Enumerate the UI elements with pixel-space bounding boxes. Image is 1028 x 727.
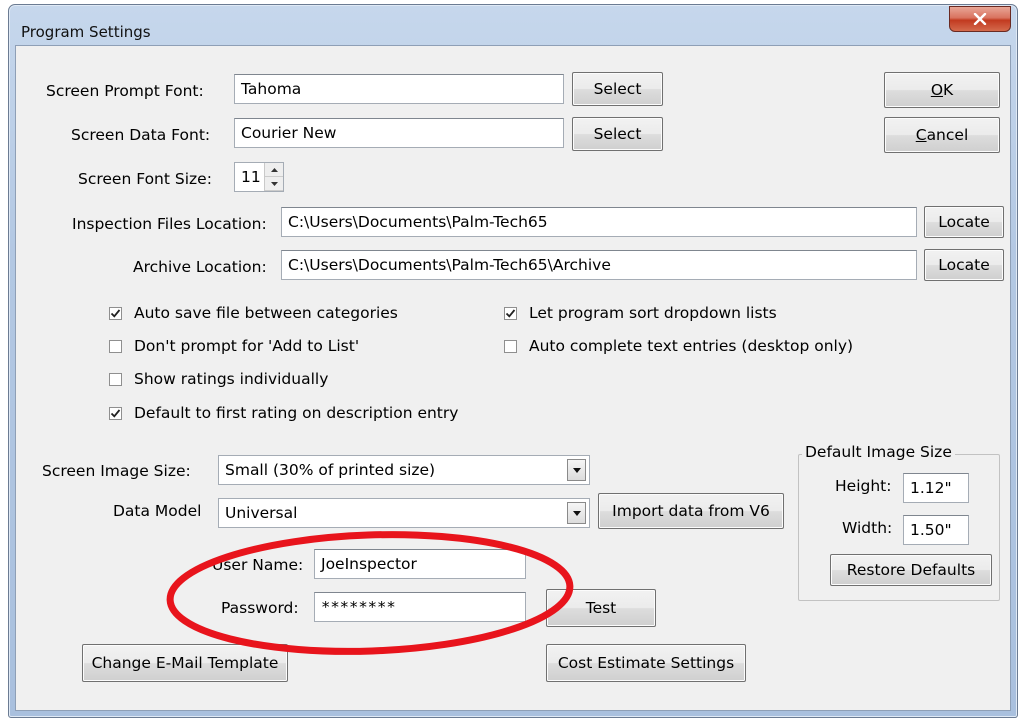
locate-archive-button[interactable]: Locate <box>924 249 1004 281</box>
screen-font-size-spinner[interactable]: 11 <box>234 162 284 192</box>
import-data-v6-button[interactable]: Import data from V6 <box>598 493 784 529</box>
spin-up-icon[interactable] <box>265 163 283 177</box>
checkbox-box[interactable] <box>504 339 517 353</box>
inspection-files-location-label: Inspection Files Location: <box>72 215 267 233</box>
test-button[interactable]: Test <box>546 589 656 627</box>
ok-label-rest: K <box>943 81 954 99</box>
screen-image-size-label: Screen Image Size: <box>42 462 191 480</box>
let-program-sort-checkbox[interactable]: Let program sort dropdown lists <box>504 304 777 322</box>
data-model-select[interactable]: Universal <box>218 498 590 528</box>
change-email-template-button[interactable]: Change E-Mail Template <box>82 644 288 682</box>
show-ratings-label: Show ratings individually <box>134 370 329 388</box>
data-model-label: Data Model <box>113 502 202 520</box>
ok-mnemonic: O <box>930 81 944 99</box>
locate-inspection-button[interactable]: Locate <box>924 206 1004 238</box>
cost-estimate-settings-button[interactable]: Cost Estimate Settings <box>546 644 746 682</box>
dont-prompt-label: Don't prompt for 'Add to List' <box>134 337 360 355</box>
dialog-body: Screen Prompt Font: Tahoma Select Screen… <box>15 45 1011 711</box>
auto-save-checkbox[interactable]: Auto save file between categories <box>109 304 398 322</box>
cancel-mnemonic: C <box>915 126 927 144</box>
default-first-rating-label: Default to first rating on description e… <box>134 404 459 422</box>
password-label: Password: <box>221 599 299 617</box>
select-prompt-font-button[interactable]: Select <box>572 72 663 106</box>
width-label: Width: <box>842 519 893 537</box>
inspection-files-location-field[interactable]: C:\Users\Documents\Palm-Tech65 <box>281 207 917 237</box>
default-image-size-title: Default Image Size <box>802 443 955 461</box>
screen-image-size-select[interactable]: Small (30% of printed size) <box>218 455 590 485</box>
close-icon <box>973 13 987 25</box>
chevron-down-icon[interactable] <box>567 502 586 524</box>
checkbox-box[interactable] <box>109 306 122 320</box>
archive-location-field[interactable]: C:\Users\Documents\Palm-Tech65\Archive <box>281 250 917 280</box>
window-title: Program Settings <box>21 23 151 41</box>
image-width-field[interactable]: 1.50" <box>903 515 969 545</box>
select-data-font-button[interactable]: Select <box>572 117 663 151</box>
checkbox-box[interactable] <box>109 339 122 353</box>
screen-data-font-label: Screen Data Font: <box>71 126 211 144</box>
image-height-field[interactable]: 1.12" <box>903 473 969 503</box>
data-model-value: Universal <box>225 504 298 522</box>
user-name-label: User Name: <box>212 556 304 574</box>
default-first-rating-checkbox[interactable]: Default to first rating on description e… <box>109 404 458 422</box>
dont-prompt-add-to-list-checkbox[interactable]: Don't prompt for 'Add to List' <box>109 337 359 355</box>
checkbox-box[interactable] <box>109 406 122 420</box>
let-program-sort-label: Let program sort dropdown lists <box>529 304 777 322</box>
chevron-down-icon[interactable] <box>567 459 586 481</box>
spin-down-icon[interactable] <box>265 177 283 191</box>
restore-defaults-button[interactable]: Restore Defaults <box>830 554 992 586</box>
screen-prompt-font-field[interactable]: Tahoma <box>234 74 564 104</box>
cancel-label-rest: ancel <box>926 126 969 144</box>
height-label: Height: <box>835 477 892 495</box>
screen-image-size-value: Small (30% of printed size) <box>225 461 436 479</box>
font-size-value: 11 <box>241 168 261 186</box>
cancel-button[interactable]: Cancel <box>884 117 1000 153</box>
checkmark-icon <box>110 308 121 318</box>
checkmark-icon <box>505 308 516 318</box>
password-field[interactable]: ******** <box>314 592 526 622</box>
checkbox-box[interactable] <box>504 306 517 320</box>
auto-complete-label: Auto complete text entries (desktop only… <box>529 337 854 355</box>
spinner-arrows[interactable] <box>264 163 283 191</box>
checkbox-box[interactable] <box>109 372 122 386</box>
user-name-field[interactable]: JoeInspector <box>314 549 526 579</box>
archive-location-label: Archive Location: <box>133 258 267 276</box>
screen-data-font-field[interactable]: Courier New <box>234 118 564 148</box>
checkmark-icon <box>110 408 121 418</box>
auto-save-label: Auto save file between categories <box>134 304 398 322</box>
close-button[interactable] <box>949 6 1011 32</box>
screen-prompt-font-label: Screen Prompt Font: <box>46 82 204 100</box>
auto-complete-checkbox[interactable]: Auto complete text entries (desktop only… <box>504 337 853 355</box>
show-ratings-individually-checkbox[interactable]: Show ratings individually <box>109 370 328 388</box>
screen-font-size-label: Screen Font Size: <box>78 170 212 188</box>
program-settings-dialog: Program Settings Screen Prompt Font: Tah… <box>8 4 1018 718</box>
ok-button[interactable]: OK <box>884 72 1000 108</box>
